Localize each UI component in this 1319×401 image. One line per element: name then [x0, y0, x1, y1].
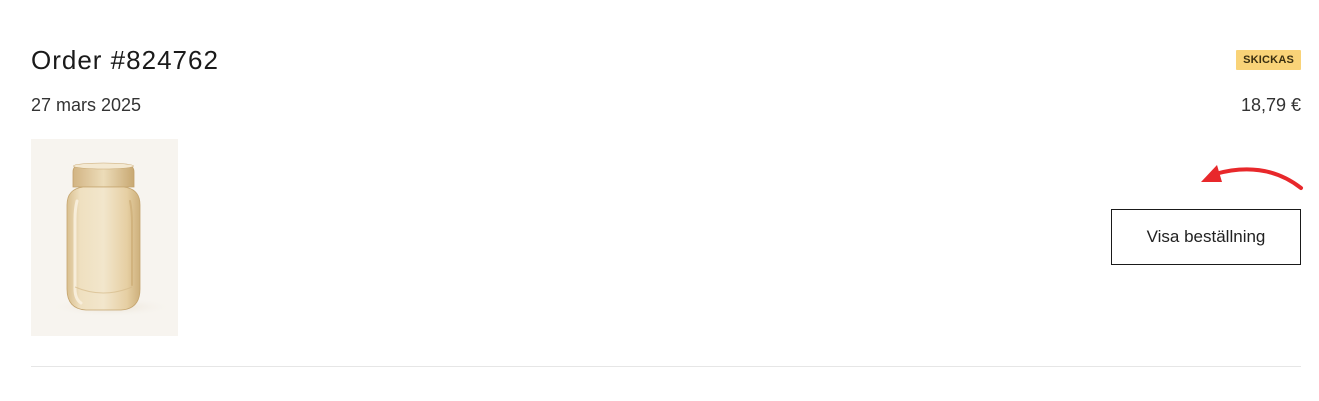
order-total: 18,79 €	[1240, 95, 1301, 115]
order-date: 27 mars 2025	[31, 95, 142, 115]
view-order-button[interactable]: Visa beställning	[1111, 209, 1301, 265]
glass-vase-image	[31, 139, 178, 336]
product-thumbnail[interactable]	[31, 139, 178, 336]
order-title: Order #824762	[31, 45, 219, 75]
red-curved-arrow-icon	[1201, 165, 1303, 190]
status-badge: SKICKAS	[1236, 50, 1301, 70]
order-card: Order #824762 27 mars 2025 SKICKAS 18,79…	[31, 0, 1301, 367]
